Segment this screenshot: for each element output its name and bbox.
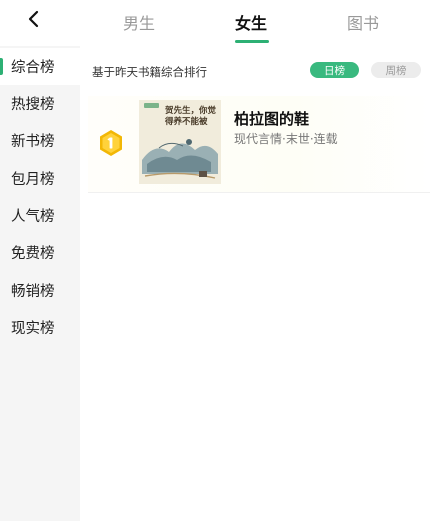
tab-female[interactable]: 女生 <box>235 10 267 34</box>
sidebar-item-label: 热搜榜 <box>11 97 55 113</box>
sidebar-item-label: 包月榜 <box>11 172 55 188</box>
back-button[interactable] <box>18 4 48 34</box>
sidebar-item-popularity[interactable]: 人气榜 <box>0 197 80 234</box>
sidebar-item-hot-search[interactable]: 热搜榜 <box>0 85 80 122</box>
active-tab-indicator <box>235 40 269 43</box>
sidebar-item-label: 畅销榜 <box>11 284 55 300</box>
daily-rank-button[interactable]: 日榜 <box>310 62 359 78</box>
sidebar-item-label: 新书榜 <box>11 134 55 150</box>
sidebar-item-new-books[interactable]: 新书榜 <box>0 122 80 159</box>
sidebar-item-label: 现实榜 <box>11 321 55 337</box>
tab-books[interactable]: 图书 <box>347 10 379 34</box>
book-list-item[interactable]: 贺先生，你觉得养不能被 柏拉图的鞋 现代言情·末世·连载 <box>88 96 430 193</box>
sidebar-item-label: 人气榜 <box>11 209 55 225</box>
sidebar-item-bestseller[interactable]: 畅销榜 <box>0 272 80 309</box>
list-divider <box>88 192 430 193</box>
sidebar-item-reality[interactable]: 现实榜 <box>0 309 80 346</box>
sidebar-item-label: 免费榜 <box>11 246 55 262</box>
ranking-subtitle: 基于昨天书籍综合排行 <box>92 65 207 79</box>
weekly-rank-button[interactable]: 周榜 <box>371 62 421 78</box>
sidebar-item-label: 综合榜 <box>11 60 55 76</box>
sidebar-item-free[interactable]: 免费榜 <box>0 234 80 271</box>
sidebar-item-comprehensive[interactable]: 综合榜 <box>0 48 80 85</box>
chevron-left-icon <box>28 10 39 28</box>
top-bar: 男生 女生 图书 <box>0 0 430 46</box>
sidebar-item-monthly[interactable]: 包月榜 <box>0 160 80 197</box>
ranking-list: 基于昨天书籍综合排行 日榜 周榜 贺先生，你觉得养不能被 柏拉图的鞋 现代言情·… <box>80 46 430 521</box>
book-cover-title: 贺先生，你觉得养不能被 <box>165 106 217 127</box>
book-title: 柏拉图的鞋 <box>234 110 310 128</box>
ranking-sidebar: 综合榜 热搜榜 新书榜 包月榜 人气榜 免费榜 畅销榜 现实榜 <box>0 46 80 521</box>
active-marker <box>0 58 3 75</box>
rank-1-badge-icon <box>100 130 122 156</box>
book-tags: 现代言情·末世·连载 <box>234 132 338 146</box>
book-cover: 贺先生，你觉得养不能被 <box>139 100 221 184</box>
tab-male[interactable]: 男生 <box>123 10 155 34</box>
